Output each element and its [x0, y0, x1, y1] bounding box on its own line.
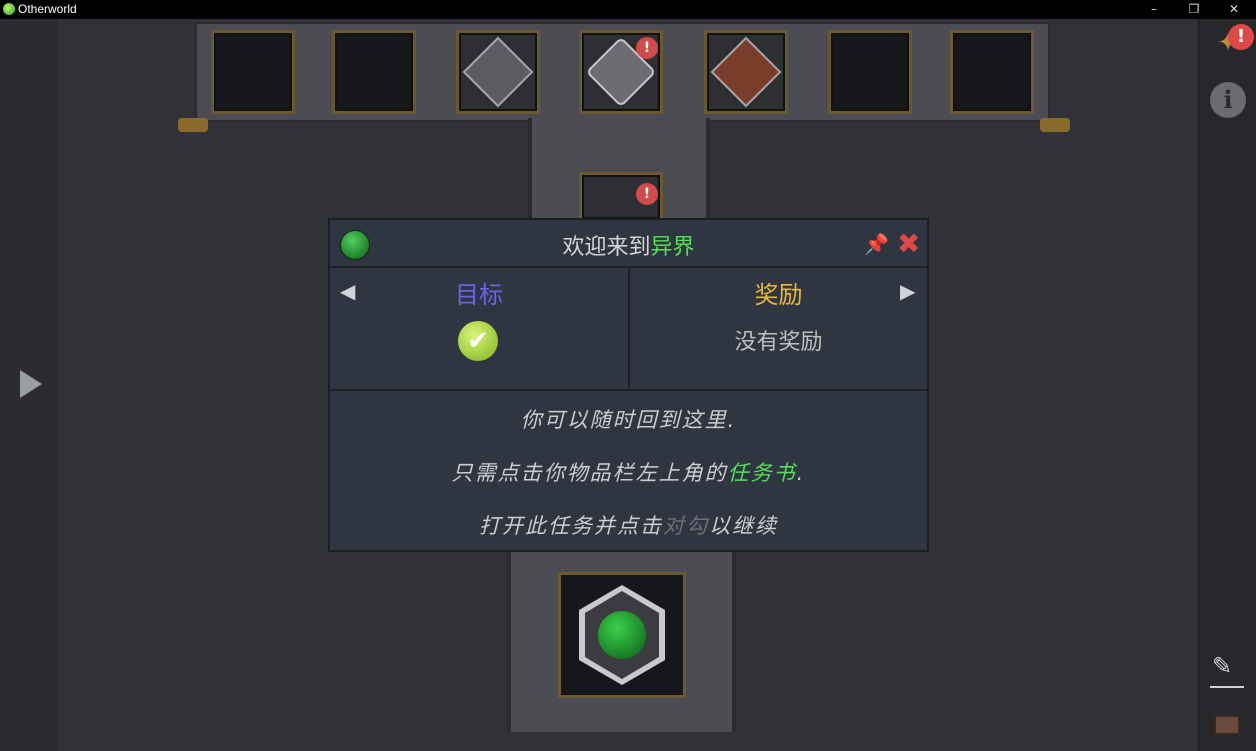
- minimize-button[interactable]: –: [1134, 0, 1174, 19]
- dialog-title: 欢迎来到异界: [330, 229, 927, 261]
- alert-badge: !: [636, 37, 658, 59]
- window-title: Otherworld: [18, 2, 77, 16]
- alert-badge: !: [1228, 24, 1254, 50]
- right-sidebar: [1198, 19, 1256, 751]
- close-icon[interactable]: ✖: [897, 227, 920, 260]
- dialog-header: 欢迎来到异界 📌 ✖: [330, 220, 927, 268]
- quest-slot-empty[interactable]: [332, 30, 416, 114]
- desc-line-1: 你可以随时回到这里.: [520, 408, 737, 432]
- desc-line-3: 打开此任务并点击对勾以继续: [479, 514, 778, 538]
- info-icon[interactable]: i: [1210, 82, 1246, 118]
- alert-badge: !: [636, 183, 658, 205]
- goal-label: 目标: [455, 281, 503, 309]
- expand-panel-arrow-icon[interactable]: [20, 370, 42, 398]
- restore-button[interactable]: ❐: [1174, 0, 1214, 19]
- frame-ornament: [178, 118, 208, 132]
- close-window-button[interactable]: ✕: [1214, 0, 1254, 19]
- quest-slot-orb[interactable]: !: [579, 172, 663, 222]
- reward-label: 奖励: [754, 281, 803, 309]
- quest-slot-sword[interactable]: [456, 30, 540, 114]
- quest-slot-empty[interactable]: [211, 30, 295, 114]
- edit-icon[interactable]: ✎: [1212, 652, 1232, 680]
- pin-icon[interactable]: 📌: [864, 232, 889, 256]
- brick-chest-icon: [710, 36, 782, 108]
- quest-slot-chest[interactable]: [704, 30, 788, 114]
- quest-slot-empty[interactable]: [828, 30, 912, 114]
- quest-dialog: 欢迎来到异界 📌 ✖ ◀ 目标 ✔ 奖励 ▶ 没有奖励 你可以随时回到这里. 只…: [328, 218, 929, 552]
- quest-slot-crafting[interactable]: !: [579, 30, 663, 114]
- window-titlebar: Otherworld – ❐ ✕: [0, 0, 1256, 19]
- next-arrow-icon[interactable]: ▶: [900, 279, 915, 303]
- desc-line-2: 只需点击你物品栏左上角的任务书.: [451, 461, 806, 485]
- quest-slot-root[interactable]: [558, 572, 686, 698]
- reward-column: 奖励 ▶ 没有奖励: [630, 267, 927, 391]
- divider: [1210, 686, 1244, 688]
- goal-column: ◀ 目标 ✔: [330, 267, 630, 391]
- app-icon: [3, 3, 15, 15]
- title-prefix: 欢迎来到: [562, 235, 651, 260]
- chest-icon[interactable]: [1214, 715, 1240, 735]
- quest-slot-empty[interactable]: [950, 30, 1034, 114]
- hexagon-frame-icon: [579, 585, 665, 685]
- checkmark-button[interactable]: ✔: [458, 321, 498, 361]
- frame-ornament: [1040, 118, 1070, 132]
- title-highlight: 异界: [650, 235, 695, 260]
- green-orb-icon: [598, 611, 646, 659]
- diamond-sword-icon: [462, 36, 534, 108]
- no-reward-text: 没有奖励: [734, 330, 823, 355]
